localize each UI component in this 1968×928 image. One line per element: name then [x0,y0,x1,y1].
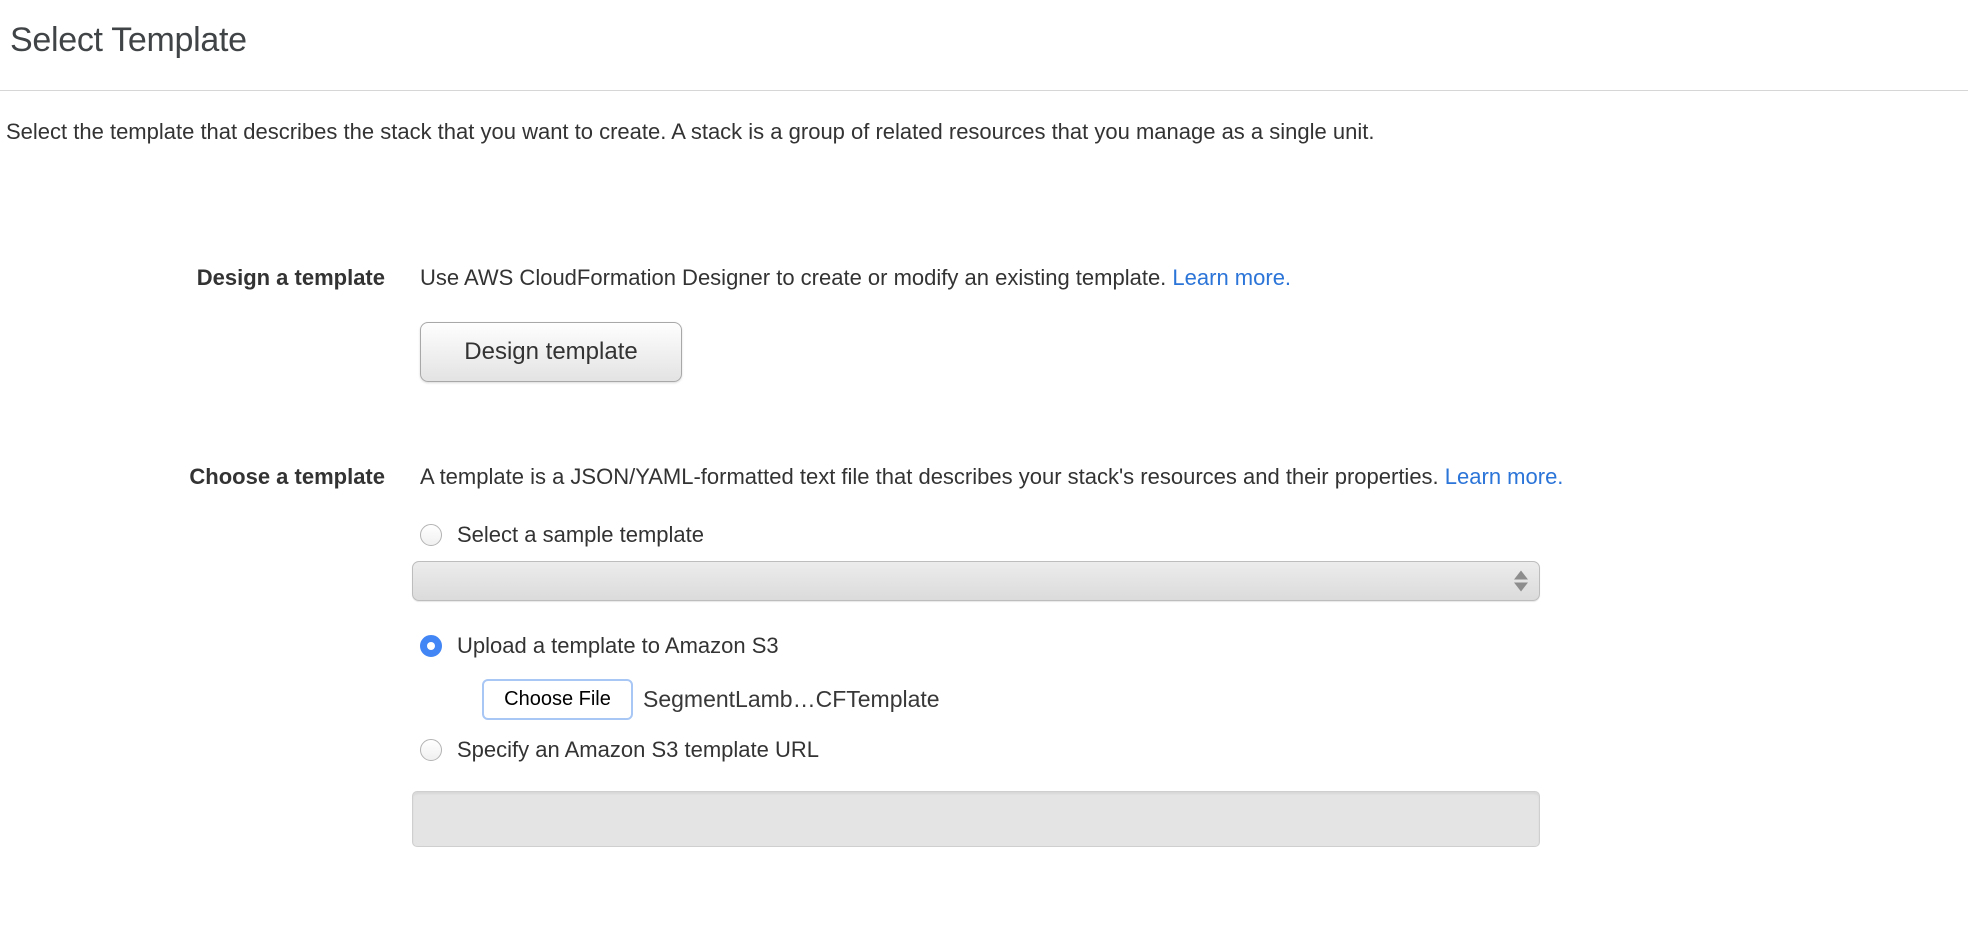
design-template-button[interactable]: Design template [420,322,682,382]
design-template-content: Use AWS CloudFormation Designer to creat… [420,263,1968,382]
uploaded-file-name: SegmentLamb…CFTemplate [643,686,940,713]
choose-learn-more-link[interactable]: Learn more. [1445,464,1564,489]
choose-template-row: Choose a template A template is a JSON/Y… [0,462,1968,847]
select-template-page: Select Template Select the template that… [0,0,1968,928]
spinner-up-icon [1514,571,1528,580]
page-description: Select the template that describes the s… [6,117,1968,147]
choose-template-label: Choose a template [0,462,385,492]
radio-icon-upload-s3[interactable] [420,635,442,657]
design-template-description: Use AWS CloudFormation Designer to creat… [420,263,1968,293]
radio-icon-s3-url[interactable] [420,739,442,761]
radio-label-sample-template[interactable]: Select a sample template [457,522,704,548]
design-template-label: Design a template [0,263,385,293]
design-learn-more-link[interactable]: Learn more. [1172,265,1291,290]
select-template-form: Design a template Use AWS CloudFormation… [0,263,1968,847]
radio-label-s3-url[interactable]: Specify an Amazon S3 template URL [457,737,819,763]
select-spinner-icon [1514,571,1528,592]
file-upload-row: Choose File SegmentLamb…CFTemplate [482,679,1968,720]
spinner-down-icon [1514,583,1528,592]
radio-option-s3-url[interactable]: Specify an Amazon S3 template URL [420,737,1968,763]
sample-template-select[interactable] [412,561,1540,601]
title-divider [0,90,1968,91]
radio-icon-sample-template[interactable] [420,524,442,546]
choose-file-button[interactable]: Choose File [482,679,633,720]
page-title: Select Template [0,0,1968,60]
radio-option-upload-s3[interactable]: Upload a template to Amazon S3 [420,633,1968,659]
radio-option-sample-template[interactable]: Select a sample template [420,522,1968,548]
choose-template-content: A template is a JSON/YAML-formatted text… [420,462,1968,847]
radio-label-upload-s3[interactable]: Upload a template to Amazon S3 [457,633,779,659]
design-template-row: Design a template Use AWS CloudFormation… [0,263,1968,382]
s3-template-url-input[interactable] [412,791,1540,847]
choose-template-description: A template is a JSON/YAML-formatted text… [420,462,1968,492]
